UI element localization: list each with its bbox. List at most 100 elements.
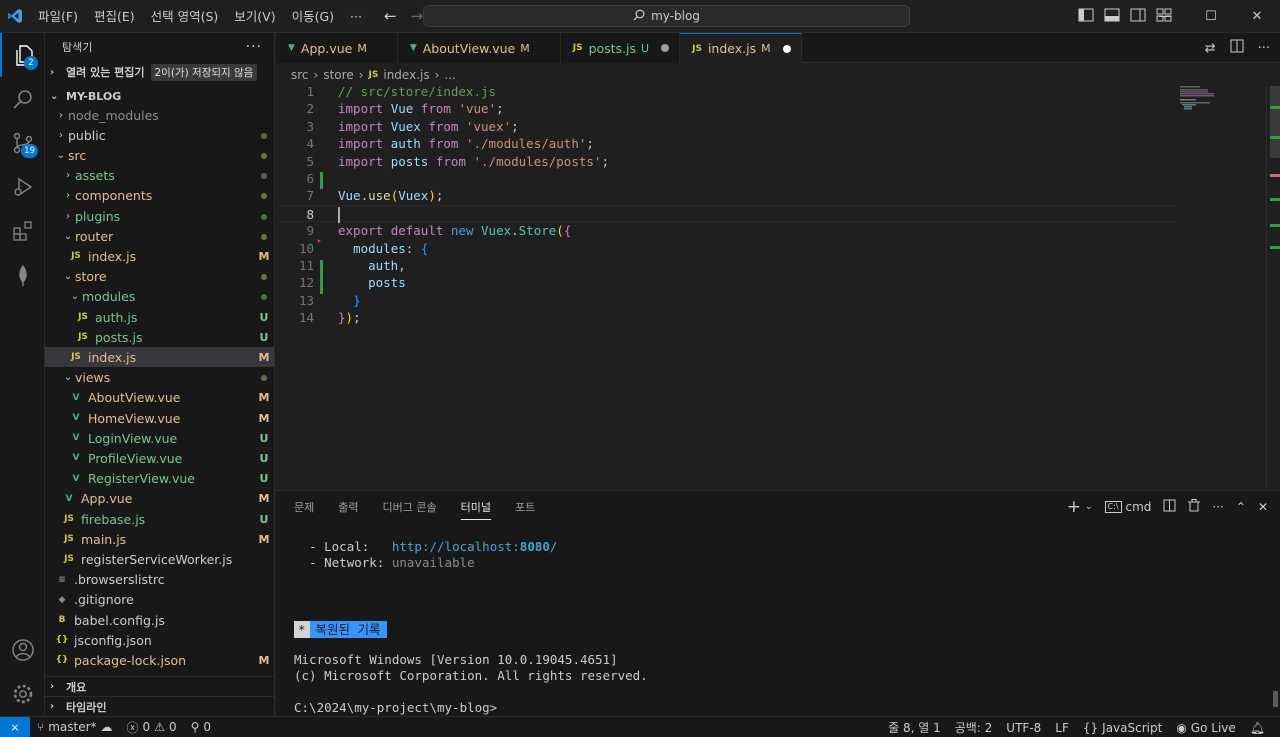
minimap[interactable]	[1176, 86, 1266, 490]
chevron-down-icon[interactable]: ⌄	[1085, 502, 1093, 512]
terminal-scroll-thumb[interactable]	[1273, 691, 1278, 707]
project-section[interactable]: ⌄ MY-BLOG	[45, 85, 274, 107]
ports-indicator[interactable]: ⚲ 0	[184, 720, 218, 734]
tree-folder[interactable]: › components	[45, 186, 274, 206]
tree-file[interactable]: V RegisterView.vue U	[45, 469, 274, 489]
language-mode[interactable]: {} JavaScript	[1076, 721, 1169, 735]
notifications-bell-icon[interactable]: 🔔︎	[1243, 721, 1272, 735]
tree-folder[interactable]: ⌄ router	[45, 226, 274, 246]
toggle-panel-icon[interactable]	[1104, 8, 1120, 25]
tree-file[interactable]: V HomeView.vue M	[45, 408, 274, 428]
cursor-position[interactable]: 줄 8, 열 1	[881, 719, 948, 736]
tab-debug-console[interactable]: 디버그 콘솔	[383, 499, 437, 515]
breadcrumb-store[interactable]: store	[323, 68, 353, 82]
menu-file[interactable]: 파일(F)	[30, 0, 86, 33]
settings-gear-icon[interactable]	[0, 672, 45, 716]
extensions-icon[interactable]	[0, 209, 45, 253]
title-bar: 파일(F) 편집(E) 선택 영역(S) 보기(V) 이동(G) ··· ← →…	[0, 0, 1280, 33]
tree-folder[interactable]: ⌄ views	[45, 368, 274, 388]
encoding[interactable]: UTF-8	[999, 721, 1048, 735]
remote-indicator-icon[interactable]: ⨯	[0, 716, 30, 737]
tree-file[interactable]: JS main.js M	[45, 529, 274, 549]
tree-file[interactable]: JS auth.js U	[45, 307, 274, 327]
tree-file[interactable]: V LoginView.vue U	[45, 428, 274, 448]
more-actions-icon[interactable]: ···	[246, 39, 262, 55]
tree-folder[interactable]: › plugins	[45, 206, 274, 226]
problems-indicator[interactable]: ⓧ 0 ⚠ 0	[120, 719, 184, 736]
close-icon[interactable]: ✕	[1234, 0, 1280, 33]
tab-app-vue[interactable]: ▼ App.vue M	[276, 33, 398, 63]
close-panel-icon[interactable]: ✕	[1258, 500, 1268, 514]
breadcrumb-file[interactable]: index.js	[383, 68, 429, 82]
mongodb-leaf-icon[interactable]	[0, 253, 45, 297]
tree-file[interactable]: Bbabel.config.js	[45, 610, 274, 630]
tree-file[interactable]: V App.vue M	[45, 489, 274, 509]
split-editor-icon[interactable]	[1230, 39, 1244, 57]
tab-output[interactable]: 출력	[338, 499, 358, 515]
tree-file[interactable]: JS posts.js U	[45, 327, 274, 347]
tree-file[interactable]: {} jsconfig.json	[45, 630, 274, 650]
tree-file[interactable]: ◆ .gitignore	[45, 590, 274, 610]
explorer-icon[interactable]: 2	[0, 33, 45, 77]
indentation[interactable]: 공백: 2	[948, 719, 1000, 736]
more-actions-icon[interactable]: ···	[1258, 41, 1270, 56]
git-status	[253, 189, 274, 202]
tab-posts-js[interactable]: JS posts.js U	[560, 33, 681, 63]
tree-file[interactable]: JS index.js M	[45, 347, 274, 368]
tree-folder[interactable]: › node_modules	[45, 105, 274, 125]
menu-go[interactable]: 이동(G)	[284, 0, 342, 33]
menu-more[interactable]: ···	[342, 0, 370, 33]
maximize-panel-icon[interactable]: ⌃	[1236, 500, 1246, 514]
editor-scrollbar[interactable]	[1266, 86, 1280, 490]
new-terminal-plus-icon[interactable]: +	[1067, 497, 1081, 517]
tab-index-js[interactable]: JS index.js M	[680, 33, 802, 63]
forward-arrow-icon[interactable]: →	[411, 7, 424, 25]
compare-changes-icon[interactable]: ⇄	[1205, 41, 1216, 56]
run-debug-icon[interactable]	[0, 165, 45, 209]
menu-edit[interactable]: 편집(E)	[86, 0, 143, 33]
account-icon[interactable]	[0, 628, 45, 672]
unsaved-dot-icon[interactable]	[661, 44, 670, 52]
back-arrow-icon[interactable]: ←	[384, 7, 397, 25]
toggle-primary-sidebar-icon[interactable]	[1078, 8, 1094, 25]
tab-terminal[interactable]: 터미널	[460, 499, 491, 520]
command-center-search[interactable]: my-blog	[423, 5, 910, 27]
menu-selection[interactable]: 선택 영역(S)	[143, 0, 227, 33]
tree-folder[interactable]: ⌄ src	[45, 145, 274, 165]
tab-aboutview-vue[interactable]: ▼ AboutView.vue M	[397, 33, 561, 63]
tree-folder[interactable]: ⌄ store	[45, 267, 274, 287]
open-editors-section[interactable]: › 열려 있는 편집기 2이(가) 저장되지 않음	[45, 61, 274, 83]
code-editor[interactable]: ▸ 1// src/store/index.js 2 import Vue fro…	[276, 86, 1280, 490]
git-branch[interactable]: ⑂ master* ☁	[30, 720, 120, 734]
tree-file[interactable]: V ProfileView.vue U	[45, 448, 274, 468]
trash-icon[interactable]	[1188, 499, 1201, 515]
more-actions-icon[interactable]: ···	[1212, 500, 1223, 514]
search-view-icon[interactable]	[0, 77, 45, 121]
terminal-prompt[interactable]: C:\2024\my-project\my-blog>	[294, 700, 497, 715]
tree-file[interactable]: V AboutView.vue M	[45, 388, 274, 408]
minimize-icon[interactable]: —	[1142, 0, 1188, 33]
outline-section[interactable]: › 개요	[45, 676, 274, 696]
unsaved-dot-icon[interactable]	[782, 44, 791, 53]
tree-file[interactable]: JS firebase.js U	[45, 509, 274, 529]
tree-file[interactable]: JS index.js M	[45, 246, 274, 266]
breadcrumb-symbol[interactable]: ...	[444, 68, 455, 82]
tree-file[interactable]: {} package-lock.json M	[45, 650, 274, 670]
maximize-icon[interactable]: ☐	[1188, 0, 1234, 33]
tree-folder[interactable]: › public	[45, 125, 274, 145]
go-live-button[interactable]: ◉ Go Live	[1169, 721, 1242, 735]
breadcrumb-src[interactable]: src	[291, 68, 309, 82]
tree-folder[interactable]: ⌄ modules	[45, 287, 274, 307]
timeline-section[interactable]: › 타임라인	[45, 696, 274, 716]
tree-file[interactable]: ≡ .browserslistrc	[45, 570, 274, 590]
tree-file[interactable]: JS registerServiceWorker.js	[45, 549, 274, 569]
menu-view[interactable]: 보기(V)	[226, 0, 283, 33]
tree-folder[interactable]: › assets	[45, 166, 274, 186]
scroll-thumb[interactable]	[1270, 86, 1280, 158]
split-terminal-icon[interactable]	[1163, 499, 1176, 515]
source-control-icon[interactable]: 19	[0, 121, 45, 165]
end-of-line[interactable]: LF	[1048, 721, 1076, 735]
tab-ports[interactable]: 포트	[515, 499, 535, 515]
shell-name[interactable]: cmd	[1126, 500, 1152, 514]
tab-problems[interactable]: 문제	[294, 499, 314, 515]
